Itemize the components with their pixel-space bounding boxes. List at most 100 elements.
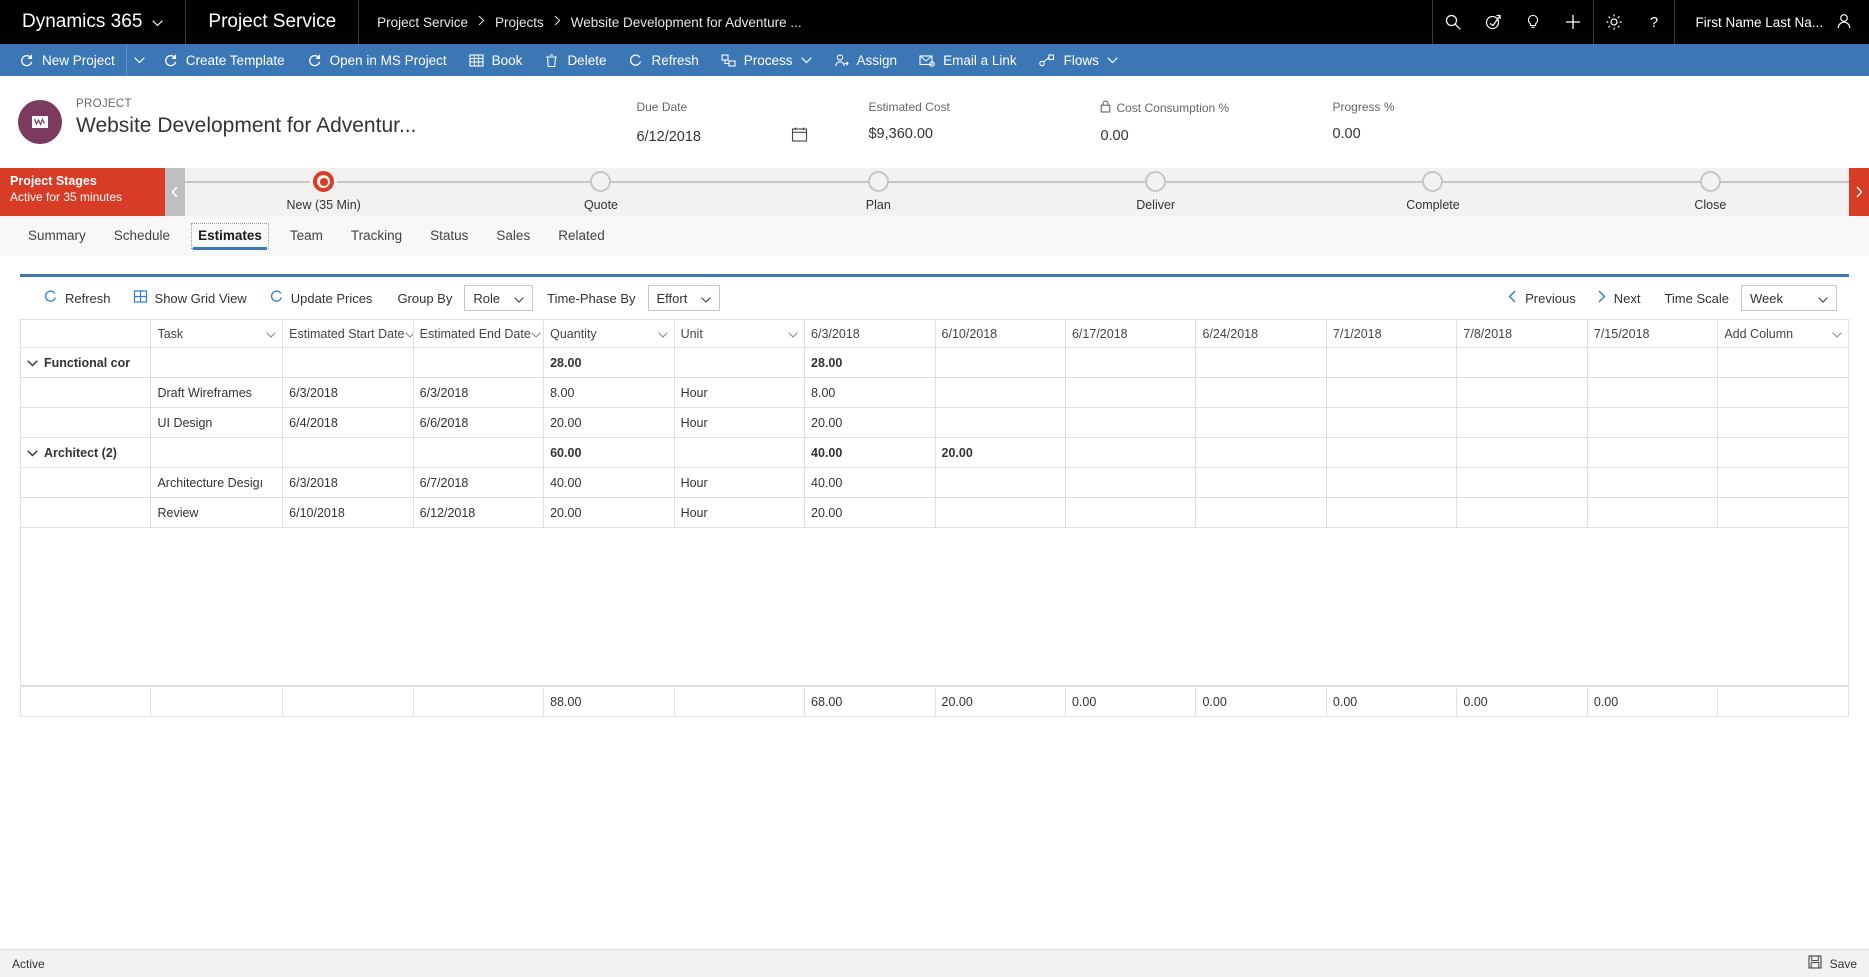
process-next-button[interactable] [1849,168,1869,216]
chevron-down-icon[interactable] [657,327,668,341]
cell-end-date[interactable]: 6/12/2018 [412,497,545,528]
plus-icon[interactable] [1553,0,1593,44]
chevron-down-icon[interactable] [152,11,164,33]
table-row[interactable]: Functional cor 28.00 28.00 [19,347,1849,378]
search-icon[interactable] [1433,0,1473,44]
book-button[interactable]: Book [458,44,534,76]
table-row[interactable]: Review 6/10/2018 6/12/2018 20.00 Hour 20… [19,497,1849,528]
open-in-ms-project-button[interactable]: Open in MS Project [296,44,458,76]
cell-unit[interactable]: Hour [673,407,806,438]
save-button[interactable]: Save [1794,955,1857,972]
chevron-down-icon[interactable] [800,56,812,64]
tab-related[interactable]: Related [544,216,619,256]
chevron-down-icon[interactable] [531,327,541,341]
group-by-select[interactable]: Role [464,285,534,311]
cell-quantity[interactable]: 20.00 [543,497,675,528]
cell-start-date[interactable]: 6/4/2018 [282,407,414,438]
chevron-down-icon[interactable] [27,446,38,460]
table-row[interactable]: Draft Wireframes 6/3/2018 6/3/2018 8.00 … [19,377,1849,408]
cell-end-date[interactable]: 6/6/2018 [412,407,545,438]
calendar-icon[interactable] [791,126,808,147]
cell-start-date[interactable]: 6/3/2018 [282,377,414,408]
chevron-down-icon[interactable] [1832,327,1842,341]
chevron-down-icon[interactable] [701,291,712,306]
tab-estimates[interactable]: Estimates [184,216,276,256]
time-scale-select[interactable]: Week [1741,285,1837,311]
app-name[interactable]: Project Service [186,0,360,44]
email-a-link-button[interactable]: Email a Link [908,44,1028,76]
tab-schedule[interactable]: Schedule [100,216,184,256]
lightbulb-icon[interactable] [1513,0,1553,44]
new-project-dropdown[interactable] [125,44,152,76]
table-row[interactable]: Architecture Desigı 6/3/2018 6/7/2018 40… [19,467,1849,498]
breadcrumb-item-0[interactable]: Project Service [377,15,468,30]
gear-icon[interactable] [1594,0,1634,44]
show-grid-view-button[interactable]: Show Grid View [122,289,258,307]
column-header-add-column[interactable]: Add Column [1717,319,1849,348]
create-template-button[interactable]: Create Template [152,44,296,76]
time-phase-by-select[interactable]: Effort [647,285,721,311]
breadcrumb-item-1[interactable]: Projects [495,15,544,30]
process-button[interactable]: Process [710,44,823,76]
next-button[interactable]: Next [1586,290,1651,306]
cell-task[interactable]: Architecture Desigı [150,467,284,498]
cell-end-date[interactable]: 6/3/2018 [412,377,545,408]
due-date-value-row[interactable]: 6/12/2018 [636,126,868,147]
tab-status[interactable]: Status [416,216,482,256]
column-header-unit[interactable]: Unit [673,319,806,348]
process-stage-header[interactable]: Project Stages Active for 35 minutes [0,168,165,216]
process-stage-plan[interactable]: Plan [740,168,1017,216]
cell-quantity[interactable]: 8.00 [543,377,675,408]
breadcrumb-item-2[interactable]: Website Development for Adventure ... [571,15,802,30]
new-project-button[interactable]: New Project [8,44,126,76]
cell-task[interactable]: Draft Wireframes [150,377,284,408]
group-cell[interactable]: Architect (2) [19,437,152,468]
assistant-icon[interactable] [1473,0,1513,44]
refresh-button[interactable]: Refresh [617,44,709,76]
avatar[interactable] [1835,12,1853,33]
cell-end-date[interactable]: 6/7/2018 [412,467,545,498]
assign-button[interactable]: Assign [823,44,909,76]
flows-button[interactable]: Flows [1028,44,1129,76]
cell-unit[interactable]: Hour [673,467,806,498]
grid-refresh-button[interactable]: Refresh [32,289,122,307]
cell-task[interactable]: UI Design [150,407,284,438]
tab-tracking[interactable]: Tracking [337,216,416,256]
cell-unit[interactable]: Hour [673,497,806,528]
cell-quantity[interactable]: 40.00 [543,467,675,498]
tab-summary[interactable]: Summary [14,216,100,256]
group-cell[interactable]: Functional cor [19,347,152,378]
column-header-estimated-start-date[interactable]: Estimated Start Date [282,319,414,348]
cell-start-date[interactable]: 6/3/2018 [282,467,414,498]
chevron-down-icon[interactable] [1818,291,1828,306]
tab-sales[interactable]: Sales [482,216,544,256]
column-header-quantity[interactable]: Quantity [543,319,675,348]
table-row[interactable]: Architect (2) 60.00 40.00 20.00 [19,437,1849,468]
process-collapse-button[interactable] [165,168,185,216]
user-menu[interactable]: First Name Last Na... [1674,0,1869,44]
table-row[interactable]: UI Design 6/4/2018 6/6/2018 20.00 Hour 2… [19,407,1849,438]
chevron-down-icon[interactable] [788,327,798,341]
cell-task[interactable]: Review [150,497,284,528]
chevron-down-icon[interactable] [27,356,38,370]
chevron-down-icon[interactable] [514,291,524,306]
process-stage-deliver[interactable]: Deliver [1017,168,1294,216]
cell-start-date[interactable]: 6/10/2018 [282,497,414,528]
chevron-down-icon[interactable] [404,327,413,341]
tab-team[interactable]: Team [276,216,337,256]
brand-menu[interactable]: Dynamics 365 [0,0,187,44]
previous-button[interactable]: Previous [1497,290,1586,306]
process-stage-new[interactable]: New (35 Min) [185,168,462,216]
process-stage-quote[interactable]: Quote [462,168,739,216]
help-icon[interactable]: ? [1634,0,1674,44]
column-header-estimated-end-date[interactable]: Estimated End Date [412,319,545,348]
column-header-task[interactable]: Task [150,319,284,348]
process-stage-close[interactable]: Close [1572,168,1849,216]
process-stage-complete[interactable]: Complete [1294,168,1571,216]
cell-quantity[interactable]: 20.00 [543,407,675,438]
cell-unit[interactable]: Hour [673,377,806,408]
update-prices-button[interactable]: Update Prices [258,289,384,307]
chevron-down-icon[interactable] [1107,56,1118,64]
delete-button[interactable]: Delete [533,44,617,76]
chevron-down-icon[interactable] [266,327,276,341]
